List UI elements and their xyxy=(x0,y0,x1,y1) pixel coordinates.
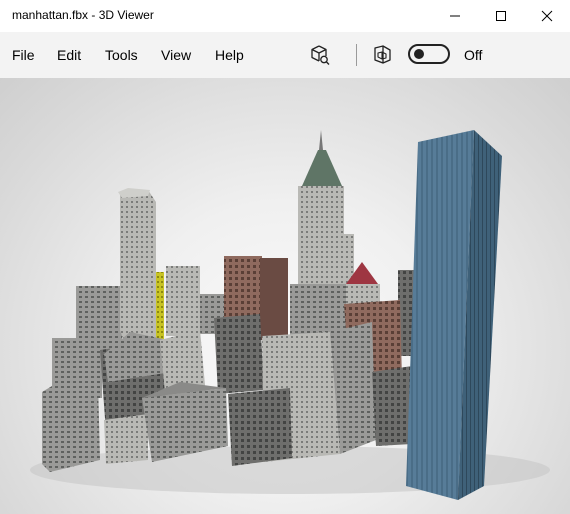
close-button[interactable] xyxy=(524,0,570,32)
toggle-label: Off xyxy=(464,47,483,63)
minimize-icon xyxy=(450,15,460,17)
environment-button[interactable] xyxy=(369,42,395,68)
menu-file[interactable]: File xyxy=(12,47,35,63)
select-object-button[interactable] xyxy=(307,42,333,68)
toolbar-separator xyxy=(356,44,357,66)
toggle-switch[interactable] xyxy=(408,44,450,64)
building-tower-left xyxy=(120,190,156,342)
building xyxy=(166,266,200,336)
maximize-icon xyxy=(496,11,506,21)
3d-viewport[interactable] xyxy=(0,78,570,514)
building xyxy=(228,388,292,466)
building xyxy=(372,366,412,446)
environment-view-icon xyxy=(374,45,391,64)
minimize-button[interactable] xyxy=(432,0,478,32)
menu-tools[interactable]: Tools xyxy=(105,47,138,63)
menu-bar: File Edit Tools View Help Off xyxy=(0,32,570,78)
menu-help[interactable]: Help xyxy=(215,47,244,63)
city-model xyxy=(30,130,550,500)
maximize-button[interactable] xyxy=(478,0,524,32)
building xyxy=(214,314,264,394)
building xyxy=(42,380,100,472)
title-bar: manhattan.fbx - 3D Viewer xyxy=(0,0,570,32)
3d-object-select-icon xyxy=(311,45,330,65)
menu-view[interactable]: View xyxy=(161,47,191,63)
menu-edit[interactable]: Edit xyxy=(57,47,81,63)
window-title: manhattan.fbx - 3D Viewer xyxy=(12,8,154,22)
building xyxy=(104,414,148,464)
building xyxy=(260,258,288,340)
close-icon xyxy=(541,10,553,22)
building-spire-roof xyxy=(302,150,342,186)
toggle-knob xyxy=(414,49,424,59)
